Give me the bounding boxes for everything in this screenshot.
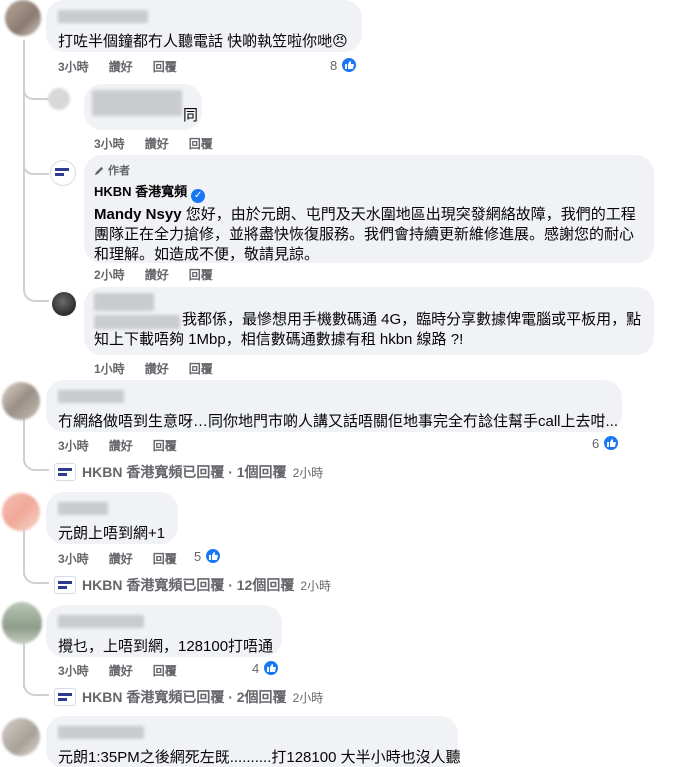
commenter-name[interactable] xyxy=(94,293,154,311)
like-reaction-icon xyxy=(204,547,223,565)
comment-actions: 1小時 讚好 回覆 xyxy=(94,360,213,377)
verified-badge-icon: ✓ xyxy=(191,188,206,203)
like-count: 8 xyxy=(330,57,338,73)
comment-time[interactable]: 3小時 xyxy=(58,662,89,679)
reply-time: 2小時 xyxy=(292,690,324,705)
like-button[interactable]: 讚好 xyxy=(109,437,133,454)
comment-time[interactable]: 3小時 xyxy=(58,58,89,75)
like-reaction-icon xyxy=(340,56,359,74)
thread-curve xyxy=(23,90,49,100)
comment-time[interactable]: 3小時 xyxy=(58,550,89,567)
reaction-count[interactable]: 6 xyxy=(592,434,621,452)
reply-summary: HKBN 香港寬頻已回覆 · 1個回覆 xyxy=(82,464,287,480)
commenter-name[interactable]: HKBN 香港寬頻 xyxy=(94,184,187,199)
comment-actions: 2小時 讚好 回覆 xyxy=(94,266,213,283)
reply-button[interactable]: 回覆 xyxy=(189,135,213,152)
comment-time[interactable]: 3小時 xyxy=(94,135,125,152)
comment-text: 我都係，最慘想用手機數碼通 4G，臨時分享數據俾電腦或平板用，點 xyxy=(182,311,642,328)
like-button[interactable]: 讚好 xyxy=(145,135,169,152)
reaction-count[interactable]: 5 xyxy=(194,547,223,565)
comment-text: 知上下載唔夠 1Mbp，相信數碼通數據有租 hkbn 線路 ?! xyxy=(94,331,464,348)
comment-bubble: 冇網絡做唔到生意呀…同你地門市啲人講又話唔關佢地事完全冇諗住幫手call上去咁.… xyxy=(46,380,622,432)
avatar[interactable] xyxy=(52,292,76,316)
like-reaction-icon xyxy=(602,434,621,452)
avatar[interactable] xyxy=(2,493,40,531)
comment-text: 冇網絡做唔到生意呀…同你地門市啲人講又話唔關佢地事完全冇諗住幫手call上去咁.… xyxy=(58,413,619,430)
comment-time[interactable]: 3小時 xyxy=(58,437,89,454)
like-button[interactable]: 讚好 xyxy=(109,58,133,75)
comment-time[interactable]: 2小時 xyxy=(94,266,125,283)
reply-summary: HKBN 香港寬頻已回覆 · 12個回覆 xyxy=(82,577,295,593)
commenter-name[interactable] xyxy=(58,10,148,23)
view-replies-link[interactable]: HKBN 香港寬頻已回覆 · 1個回覆 2小時 xyxy=(54,462,323,482)
thread-curve xyxy=(23,455,49,471)
avatar[interactable] xyxy=(5,0,41,36)
commenter-name[interactable] xyxy=(58,726,144,739)
comment-actions: 3小時 讚好 回覆 xyxy=(58,662,177,679)
like-reaction-icon xyxy=(262,659,281,677)
hkbn-avatar[interactable] xyxy=(50,160,76,186)
thread-curve xyxy=(23,680,49,696)
comment-bubble: 作者 HKBN 香港寬頻 ✓ Mandy Nsyy 您好，由於元朗、屯門及天水圍地… xyxy=(84,155,654,263)
reply-button[interactable]: 回覆 xyxy=(189,360,213,377)
thread-curve xyxy=(23,568,49,584)
like-count: 6 xyxy=(592,435,600,451)
comment-bubble: 打咗半個鐘都冇人聽電話 快啲執笠啦你哋😠 xyxy=(46,0,362,52)
comment-bubble: 元朗1:35PM之後網死左既..........打128100 大半小時也沒人聽 xyxy=(46,716,461,767)
thread-curve xyxy=(23,290,49,302)
like-button[interactable]: 讚好 xyxy=(109,550,133,567)
reply-time: 2小時 xyxy=(292,465,324,480)
comment-bubble: 我都係，最慘想用手機數碼通 4G，臨時分享數據俾電腦或平板用，點 知上下載唔夠 … xyxy=(84,287,654,355)
comment-text: 元朗1:35PM之後網死左既..........打128100 大半小時也沒人聽 xyxy=(58,749,461,766)
reply-button[interactable]: 回覆 xyxy=(153,58,177,75)
reaction-count[interactable]: 8 xyxy=(330,56,359,74)
comment-text: 同 xyxy=(183,107,199,124)
avatar[interactable] xyxy=(2,382,40,420)
hkbn-logo-icon xyxy=(54,463,76,481)
comment-text: 打咗半個鐘都冇人聽電話 快啲執笠啦你哋😠 xyxy=(58,33,348,50)
hkbn-logo-icon xyxy=(54,576,76,594)
reaction-count[interactable]: 4 xyxy=(252,659,281,677)
comment-bubble: 攪乜，上唔到網，128100打唔通 xyxy=(46,605,282,657)
view-replies-link[interactable]: HKBN 香港寬頻已回覆 · 12個回覆 2小時 xyxy=(54,575,331,595)
avatar[interactable] xyxy=(48,88,70,110)
mention-link[interactable]: Mandy Nsyy xyxy=(94,206,182,223)
comment-actions: 3小時 讚好 回覆 xyxy=(94,135,213,152)
comment-actions: 3小時 讚好 回覆 xyxy=(58,437,177,454)
pen-icon xyxy=(94,166,104,175)
like-count: 5 xyxy=(194,548,202,564)
avatar[interactable] xyxy=(2,602,42,644)
like-count: 4 xyxy=(252,660,260,676)
reply-button[interactable]: 回覆 xyxy=(153,437,177,454)
author-badge: 作者 xyxy=(108,165,130,177)
avatar[interactable] xyxy=(2,718,40,756)
like-button[interactable]: 讚好 xyxy=(145,266,169,283)
reply-button[interactable]: 回覆 xyxy=(189,266,213,283)
comment-bubble: 元朗上唔到網+1 xyxy=(46,492,178,544)
like-button[interactable]: 讚好 xyxy=(145,360,169,377)
commenter-name[interactable] xyxy=(58,615,144,628)
view-replies-link[interactable]: HKBN 香港寬頻已回覆 · 2個回覆 2小時 xyxy=(54,687,323,707)
thread-line xyxy=(23,100,25,290)
reply-time: 2小時 xyxy=(300,578,332,593)
commenter-name[interactable] xyxy=(58,390,124,403)
thread-curve xyxy=(23,165,49,175)
hkbn-logo-icon xyxy=(52,164,74,182)
comment-actions: 3小時 讚好 回覆 xyxy=(58,550,177,567)
commenter-name[interactable] xyxy=(58,502,108,515)
reply-summary: HKBN 香港寬頻已回覆 · 2個回覆 xyxy=(82,689,287,705)
reply-button[interactable]: 回覆 xyxy=(153,550,177,567)
comment-bubble: 同 xyxy=(84,84,202,130)
comment-actions: 3小時 讚好 回覆 xyxy=(58,58,177,75)
hkbn-logo-icon xyxy=(54,688,76,706)
comment-text: 元朗上唔到網+1 xyxy=(58,525,166,542)
reply-button[interactable]: 回覆 xyxy=(153,662,177,679)
comment-time[interactable]: 1小時 xyxy=(94,360,125,377)
comment-text: 攪乜，上唔到網，128100打唔通 xyxy=(58,638,274,655)
commenter-name[interactable] xyxy=(92,90,182,116)
comment-text: Mandy Nsyy 您好，由於元朗、屯門及天水圍地區出現突發網絡故障，我們的工… xyxy=(94,205,636,263)
commenter-name-blur xyxy=(94,315,180,329)
like-button[interactable]: 讚好 xyxy=(109,662,133,679)
